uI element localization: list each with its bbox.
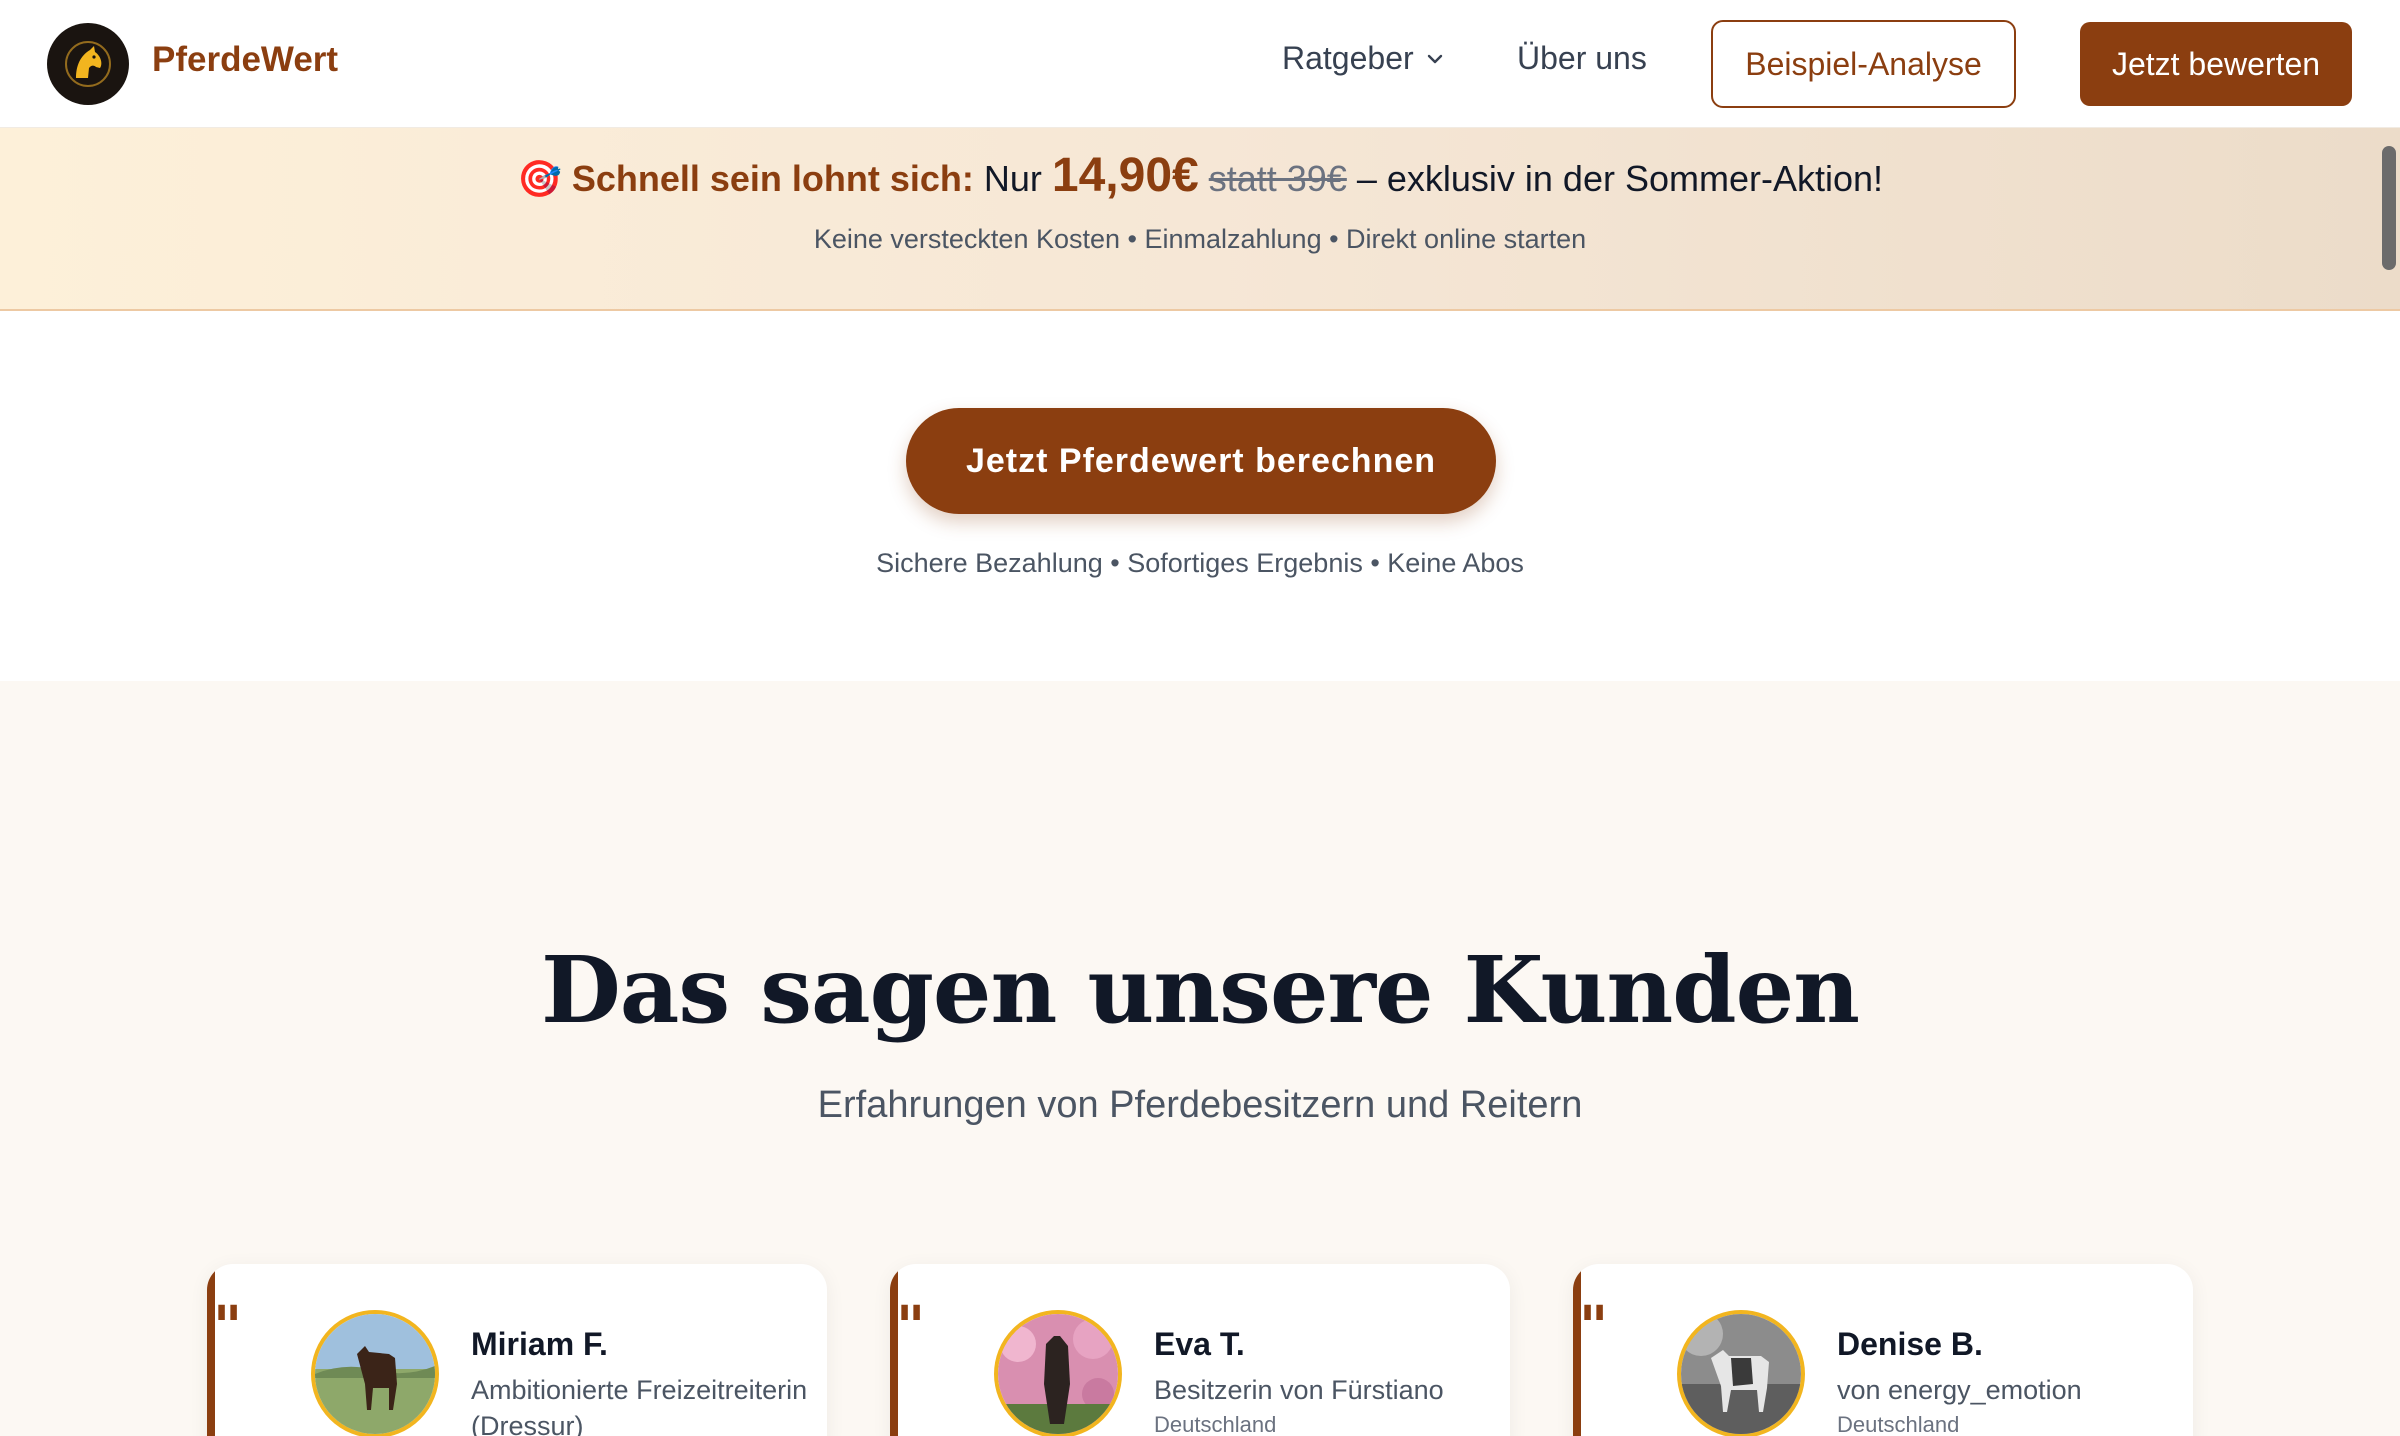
section-title: Das sagen unsere Kunden [540, 936, 1860, 1044]
promo-lead: Schnell sein lohnt sich: [571, 158, 974, 199]
testimonial-name: Denise B. [1837, 1326, 1983, 1362]
testimonial-role: Besitzerin von Fürstiano [1154, 1375, 1444, 1405]
avatar [994, 1310, 1122, 1436]
testimonial-card: " Denise B. von energy_emotion Deutschla… [1573, 1264, 2193, 1436]
site-header: PferdeWert Ratgeber Über uns Beispiel-An… [0, 0, 2400, 128]
promo-prefix: Nur [973, 158, 1052, 199]
brand-name[interactable]: PferdeWert [152, 40, 338, 80]
promo-price: 14,90€ [1051, 149, 1199, 202]
testimonial-card: " Eva T. Besitzerin von Fürstiano Deutsc… [890, 1264, 1510, 1436]
nav-ratgeber[interactable]: Ratgeber [1282, 40, 1446, 77]
cta-note: Sichere Bezahlung • Sofortiges Ergebnis … [876, 548, 1524, 578]
testimonial-card: " Miriam F. Ambitionierte Freizeitreiter… [207, 1264, 827, 1436]
testimonial-country: Deutschland [1837, 1412, 1960, 1436]
evaluate-now-button[interactable]: Jetzt bewerten [2080, 22, 2352, 106]
scrollbar-thumb[interactable] [2382, 146, 2396, 270]
testimonial-role: von energy_emotion [1837, 1375, 2082, 1405]
calculate-value-button[interactable]: Jetzt Pferdewert berechnen [906, 408, 1496, 514]
horse-head-icon[interactable] [47, 23, 129, 105]
quote-mark-icon: " [896, 1294, 926, 1360]
nav-ratgeber-label: Ratgeber [1282, 40, 1414, 76]
example-analysis-button[interactable]: Beispiel-Analyse [1711, 20, 2016, 108]
promo-old-price: statt 39€ [1208, 158, 1347, 199]
chevron-down-icon [1427, 54, 1442, 63]
avatar [1677, 1310, 1805, 1436]
quote-mark-icon: " [1579, 1294, 1609, 1360]
promo-banner: 🎯 Schnell sein lohnt sich: Nur 14,90€ st… [0, 128, 2400, 311]
testimonial-name: Miriam F. [471, 1326, 608, 1362]
promo-suffix: – exklusiv in der Sommer-Aktion! [1346, 158, 1884, 199]
target-icon: 🎯 [516, 158, 562, 199]
testimonial-role: Ambitionierte Freizeitreiterin (Dressur) [471, 1375, 808, 1436]
promo-headline: 🎯 Schnell sein lohnt sich: Nur 14,90€ st… [0, 148, 2400, 203]
quote-mark-icon: " [213, 1294, 243, 1360]
testimonial-country: Deutschland [1154, 1412, 1277, 1436]
avatar [311, 1310, 439, 1436]
testimonial-name: Eva T. [1154, 1326, 1245, 1362]
promo-subline: Keine versteckten Kosten • Einmalzahlung… [813, 224, 1587, 254]
testimonials-section: Das sagen unsere Kunden Erfahrungen von … [0, 681, 2400, 1436]
section-subtitle: Erfahrungen von Pferdebesitzern und Reit… [817, 1084, 1583, 1126]
nav-about[interactable]: Über uns [1517, 40, 1647, 77]
